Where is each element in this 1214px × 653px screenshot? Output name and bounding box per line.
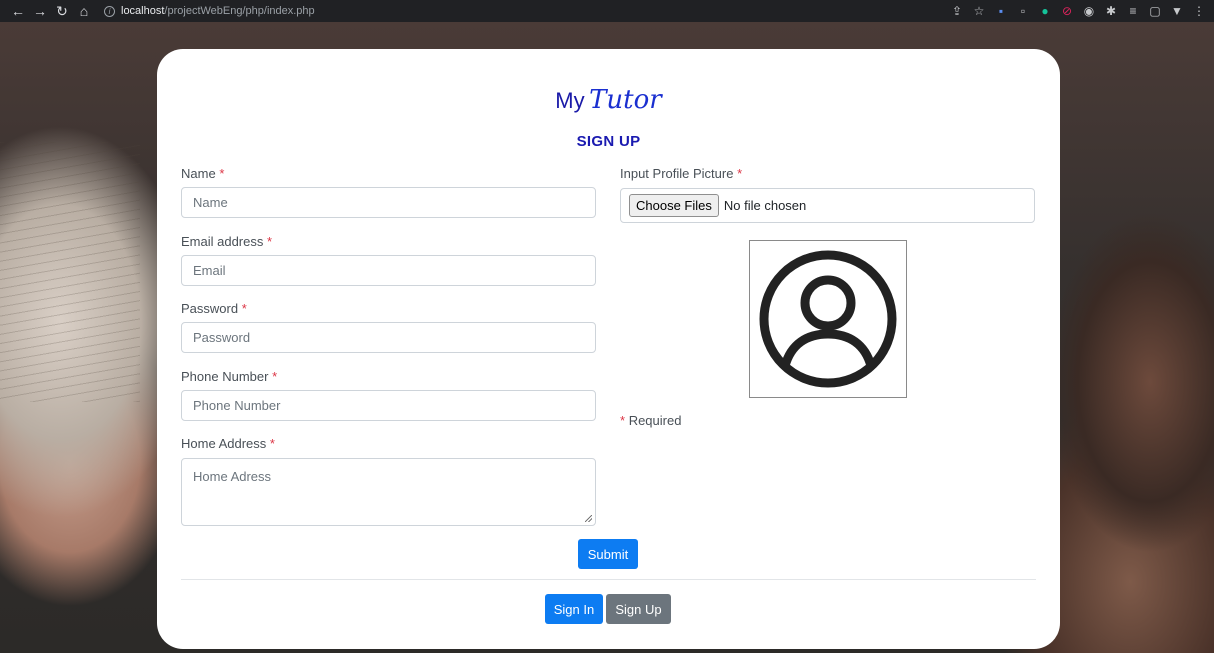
playlist-icon[interactable]: ≡ bbox=[1126, 4, 1140, 18]
required-asterisk: * bbox=[269, 436, 275, 451]
extensions-bar: ⇪ ☆ ▪ ▫ ● ⊘ ◉ ✱ ≡ ▢ ▼ ⋮ bbox=[950, 0, 1206, 22]
info-icon[interactable]: i bbox=[104, 5, 115, 17]
address-textarea[interactable]: Home Adress bbox=[181, 458, 596, 526]
phone-input[interactable]: Phone Number bbox=[181, 390, 596, 421]
logo-my: My bbox=[555, 88, 585, 113]
address-placeholder: Home Adress bbox=[193, 469, 272, 484]
divider bbox=[181, 579, 1036, 580]
password-label: Password * bbox=[181, 301, 247, 316]
name-placeholder: Name bbox=[193, 195, 228, 210]
share-icon[interactable]: ⇪ bbox=[950, 4, 964, 18]
name-label: Name * bbox=[181, 166, 224, 181]
profile-icon[interactable]: ▼ bbox=[1170, 4, 1184, 18]
phone-placeholder: Phone Number bbox=[193, 398, 281, 413]
brand-logo: My Tutor bbox=[157, 85, 1060, 115]
resize-handle-icon[interactable] bbox=[585, 515, 592, 522]
profile-picture-label: Input Profile Picture * bbox=[620, 166, 742, 181]
email-placeholder: Email bbox=[193, 263, 226, 278]
required-asterisk: * bbox=[737, 166, 743, 181]
password-label-text: Password bbox=[181, 301, 239, 316]
phone-label-text: Phone Number bbox=[181, 369, 269, 384]
signup-card: My Tutor SIGN UP Name * Name Email addre… bbox=[157, 49, 1060, 649]
extension-icon[interactable]: ▫ bbox=[1016, 4, 1030, 18]
sidebar-icon[interactable]: ▢ bbox=[1148, 4, 1162, 18]
address-label-text: Home Address bbox=[181, 436, 267, 451]
browser-toolbar: ← → ↻ ⌂ i localhost /projectWebEng/php/i… bbox=[0, 0, 1214, 22]
sign-in-button[interactable]: Sign In bbox=[545, 594, 603, 624]
required-asterisk: * bbox=[241, 301, 247, 316]
name-label-text: Name bbox=[181, 166, 216, 181]
sign-up-button[interactable]: Sign Up bbox=[606, 594, 671, 624]
back-arrow-icon[interactable]: ← bbox=[8, 1, 28, 21]
block-icon[interactable]: ⊘ bbox=[1060, 4, 1074, 18]
required-asterisk: * bbox=[219, 166, 225, 181]
user-avatar-icon bbox=[759, 250, 897, 388]
submit-button[interactable]: Submit bbox=[578, 539, 638, 569]
page-title: SIGN UP bbox=[576, 133, 641, 150]
required-note-text: Required bbox=[628, 413, 682, 428]
file-status: No file chosen bbox=[723, 198, 807, 213]
password-input[interactable]: Password bbox=[181, 322, 596, 353]
address-label: Home Address * bbox=[181, 436, 275, 451]
bookmark-star-icon[interactable]: ☆ bbox=[972, 4, 986, 18]
reload-icon[interactable]: ↻ bbox=[52, 1, 72, 21]
required-asterisk: * bbox=[267, 234, 273, 249]
extension-icon[interactable]: ▪ bbox=[994, 4, 1008, 18]
address-bar[interactable]: i localhost /projectWebEng/php/index.php bbox=[104, 5, 315, 17]
home-icon[interactable]: ⌂ bbox=[74, 1, 94, 21]
required-asterisk: * bbox=[620, 413, 626, 428]
grammarly-icon[interactable]: ● bbox=[1038, 4, 1052, 18]
forward-arrow-icon[interactable]: → bbox=[30, 1, 50, 21]
puzzle-icon[interactable]: ✱ bbox=[1104, 4, 1118, 18]
book-pages bbox=[0, 142, 140, 402]
camera-icon[interactable]: ◉ bbox=[1082, 4, 1096, 18]
profile-picture-file-input[interactable]: Choose Files No file chosen bbox=[620, 188, 1035, 223]
password-placeholder: Password bbox=[193, 330, 251, 345]
required-note: * Required bbox=[620, 413, 681, 428]
email-input[interactable]: Email bbox=[181, 255, 596, 286]
menu-icon[interactable]: ⋮ bbox=[1192, 4, 1206, 18]
required-asterisk: * bbox=[272, 369, 278, 384]
url-path: /projectWebEng/php/index.php bbox=[164, 5, 315, 17]
email-label: Email address * bbox=[181, 234, 272, 249]
profile-preview bbox=[749, 240, 907, 398]
phone-label: Phone Number * bbox=[181, 369, 277, 384]
email-label-text: Email address bbox=[181, 234, 264, 249]
logo-tutor: Tutor bbox=[589, 85, 662, 115]
name-input[interactable]: Name bbox=[181, 187, 596, 218]
profile-picture-label-text: Input Profile Picture bbox=[620, 166, 734, 181]
url-host: localhost bbox=[121, 5, 165, 17]
choose-files-button[interactable]: Choose Files bbox=[629, 194, 719, 217]
